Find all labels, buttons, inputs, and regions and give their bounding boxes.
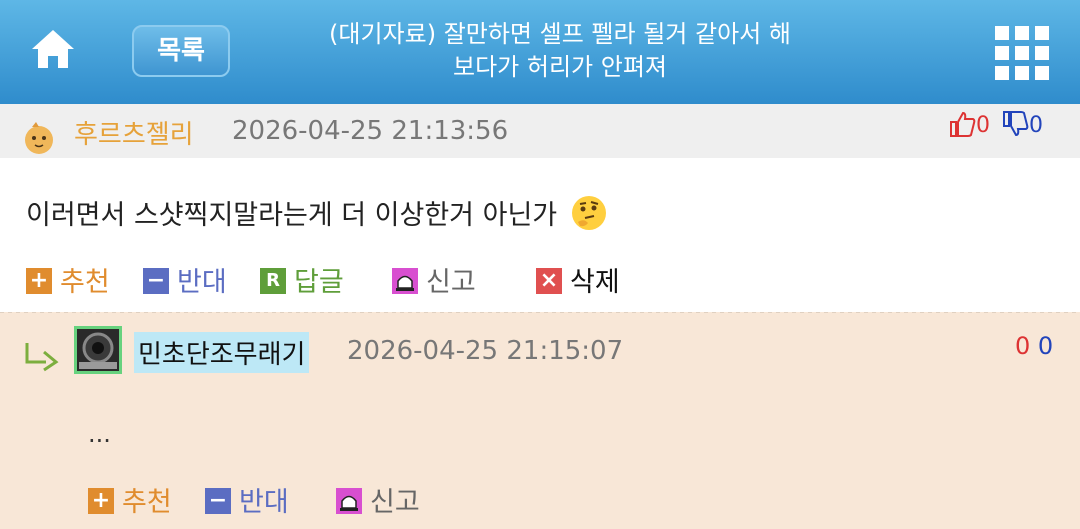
reply-button[interactable]: R 답글 [260, 260, 344, 299]
recommend-button[interactable]: + 추천 [26, 260, 110, 299]
home-icon[interactable] [30, 26, 76, 72]
reply-arrow-icon [25, 343, 59, 372]
oppose-button[interactable]: − 반대 [205, 480, 289, 519]
minus-icon: − [143, 267, 169, 294]
vote-counts: 0 0 [1015, 332, 1053, 360]
thumbs-down-icon[interactable] [1001, 110, 1029, 138]
comment-text: 이러면서 스샷찍지말라는게 더 이상한거 아닌가 [26, 200, 558, 231]
siren-icon [392, 267, 418, 294]
thinking-face-icon [571, 196, 606, 230]
comment: 후르츠젤리 2026-04-25 21:13:56 0 0 이러면서 스샷찍지말… [0, 104, 1080, 312]
avatar [25, 122, 53, 154]
report-label: 신고 [426, 267, 476, 298]
comment-datetime: 2026-04-25 21:15:07 [347, 336, 624, 366]
comment-datetime: 2026-04-25 21:13:56 [232, 116, 509, 146]
dislike-count: 0 [1037, 332, 1054, 360]
list-button[interactable]: 목록 [132, 25, 230, 77]
oppose-label: 반대 [239, 487, 289, 518]
report-button[interactable]: 신고 [392, 260, 476, 299]
post-title-line-2: 보다가 허리가 안펴져 [453, 53, 667, 81]
author-name[interactable]: 후르츠젤리 [74, 114, 194, 151]
like-count: 0 [976, 113, 990, 138]
author-name[interactable]: 민초단조무래기 [134, 332, 310, 373]
recommend-label: 추천 [122, 487, 172, 518]
avatar [74, 326, 122, 374]
post-title-line-1: (대기자료) 잘만하면 셀프 펠라 될거 같아서 해 [329, 20, 791, 48]
reply-label: 답글 [294, 267, 344, 298]
close-icon: × [536, 267, 562, 294]
plus-icon: + [26, 267, 52, 294]
plus-icon: + [88, 487, 114, 514]
oppose-button[interactable]: − 반대 [143, 260, 227, 299]
comment-header: 후르츠젤리 2026-04-25 21:13:56 0 0 [0, 104, 1080, 158]
oppose-label: 반대 [177, 267, 227, 298]
minus-icon: − [205, 487, 231, 514]
comment-body: ... [88, 420, 111, 448]
thumbs-up-icon[interactable] [948, 110, 976, 138]
vote-counts: 0 0 [948, 110, 1043, 140]
recommend-button[interactable]: + 추천 [88, 480, 172, 519]
siren-icon [336, 487, 362, 514]
dislike-count: 0 [1029, 113, 1043, 138]
reply-comment: 민초단조무래기 2026-04-25 21:15:07 0 0 ... + 추천 … [0, 312, 1080, 529]
reply-r-icon: R [260, 267, 286, 294]
grid-menu-icon[interactable] [995, 26, 1049, 80]
report-label: 신고 [370, 487, 420, 518]
like-count: 0 [1015, 332, 1031, 360]
delete-label: 삭제 [570, 267, 620, 298]
post-title: (대기자료) 잘만하면 셀프 펠라 될거 같아서 해 보다가 허리가 안펴져 [300, 18, 820, 84]
top-bar: 목록 (대기자료) 잘만하면 셀프 펠라 될거 같아서 해 보다가 허리가 안펴… [0, 0, 1080, 104]
delete-button[interactable]: × 삭제 [536, 260, 620, 299]
report-button[interactable]: 신고 [336, 480, 420, 519]
recommend-label: 추천 [60, 267, 110, 298]
comment-body: 이러면서 스샷찍지말라는게 더 이상한거 아닌가 [26, 190, 606, 232]
